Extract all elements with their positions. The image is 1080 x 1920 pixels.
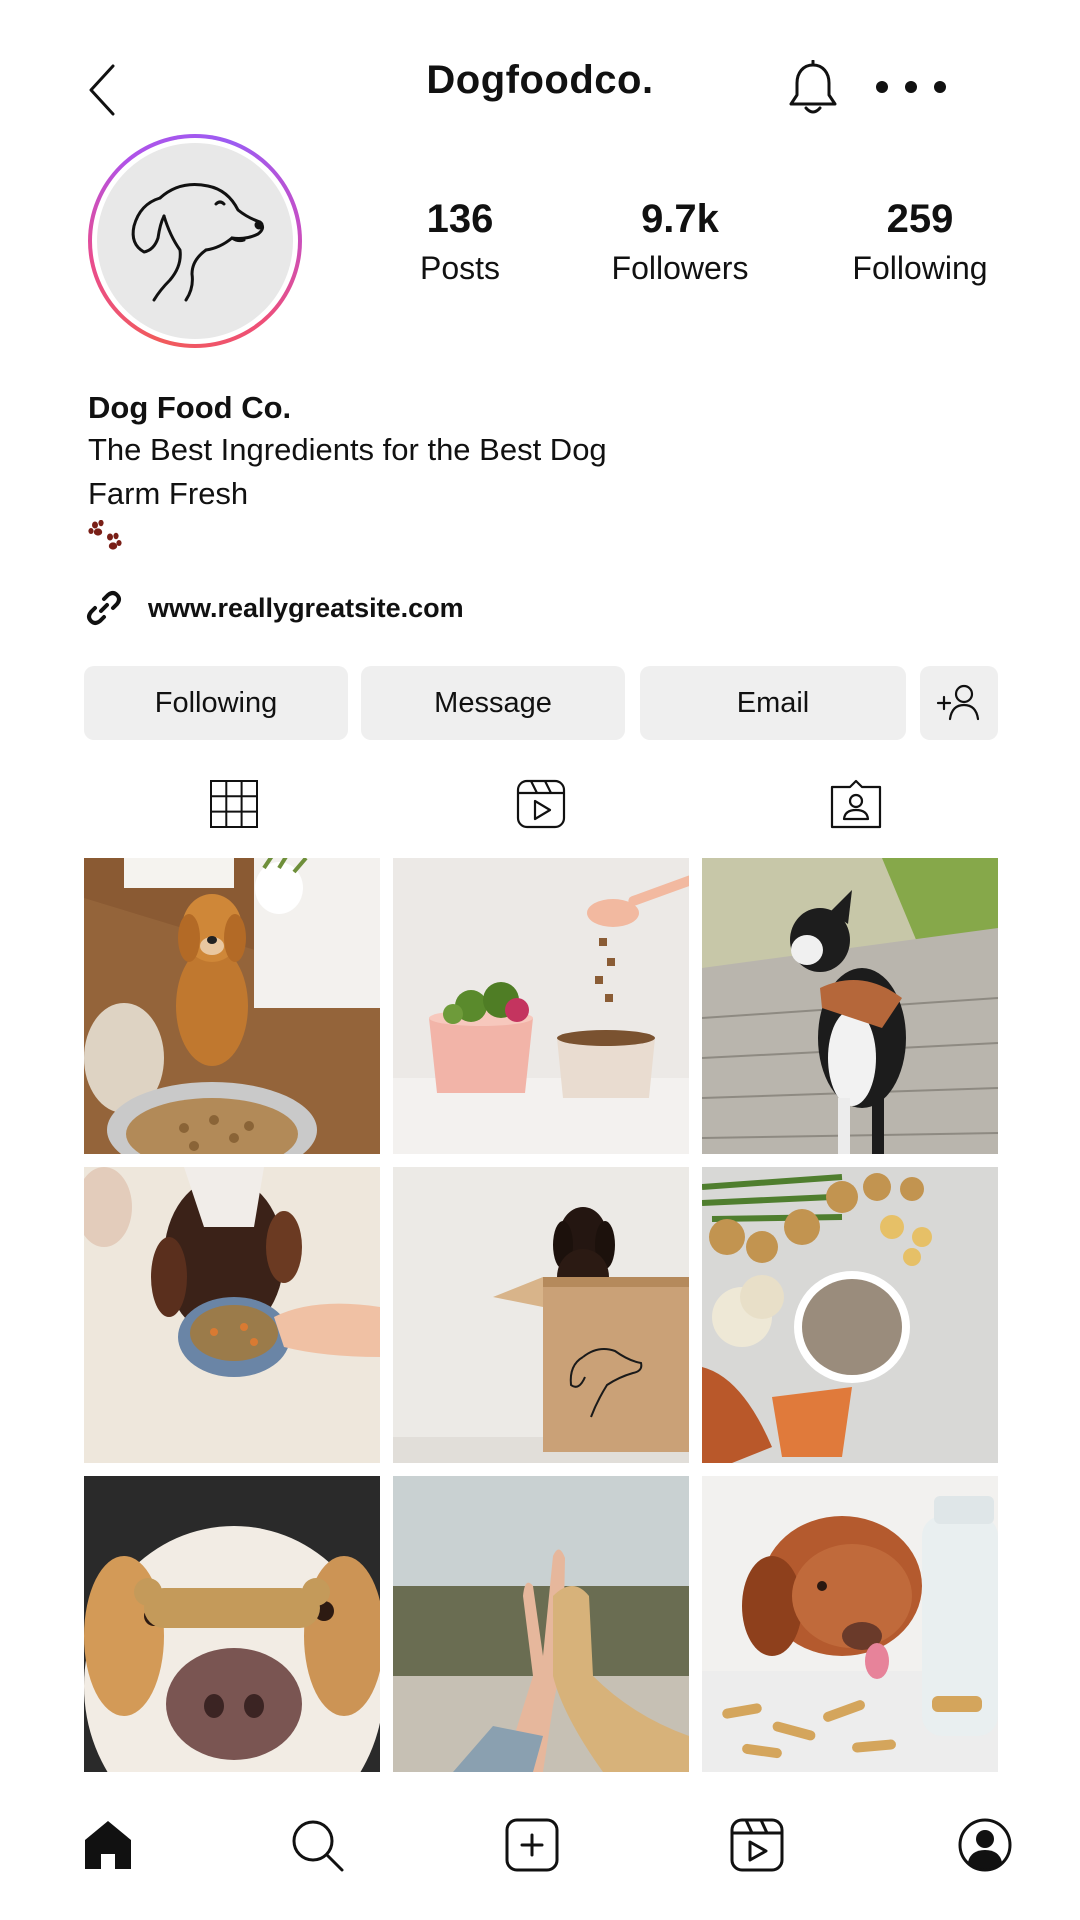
dachshund-box-image	[393, 1167, 689, 1463]
notifications-button[interactable]	[786, 59, 840, 118]
avatar[interactable]	[88, 134, 302, 348]
bio-line: The Best Ingredients for the Best Dog	[88, 432, 607, 467]
more-horizontal-icon	[876, 81, 888, 93]
website-link[interactable]: www.reallygreatsite.com	[86, 586, 464, 630]
followers-stat[interactable]: 9.7k Followers	[580, 196, 780, 290]
vegetables-image	[702, 1167, 998, 1463]
post-thumbnail-vegetables[interactable]	[702, 1167, 998, 1463]
website-url: www.reallygreatsite.com	[148, 592, 464, 623]
following-count: 259	[886, 197, 954, 241]
paw-prints-icon	[88, 519, 122, 550]
more-options-button[interactable]	[876, 74, 946, 100]
add-user-icon	[936, 684, 980, 721]
nav-create[interactable]	[497, 1810, 567, 1880]
post-thumbnail-boston-terrier[interactable]	[702, 858, 998, 1154]
dog-licking-image	[702, 1476, 998, 1772]
posts-label: Posts	[419, 250, 501, 286]
post-thumbnail-food-bowls[interactable]	[393, 858, 689, 1154]
post-thumbnail-treat-nose[interactable]	[84, 1476, 380, 1772]
search-icon	[292, 1820, 344, 1872]
tab-grid[interactable]	[204, 774, 264, 834]
link-icon	[87, 591, 121, 625]
bell-icon	[789, 59, 837, 114]
reels-icon	[516, 779, 566, 829]
post-thumbnail-dachshund-box[interactable]	[393, 1167, 689, 1463]
bottom-navigation	[0, 1780, 1080, 1920]
profile-name: Dog Food Co.	[88, 390, 292, 425]
following-stat[interactable]: 259 Following	[820, 196, 1020, 290]
bio-line: Farm Fresh	[88, 476, 249, 511]
dog-eating-image	[84, 1167, 380, 1463]
high-five-image	[393, 1476, 689, 1772]
profile-icon	[958, 1818, 1012, 1872]
posts-count: 136	[426, 197, 494, 241]
nav-reels[interactable]	[722, 1810, 792, 1880]
home-icon	[85, 1821, 131, 1869]
create-icon	[505, 1818, 559, 1872]
profile-bio: Dog Food Co. The Best Ingredients for th…	[88, 388, 988, 556]
followers-label: Followers	[611, 250, 749, 286]
tagged-icon	[830, 779, 882, 829]
nav-profile[interactable]	[950, 1810, 1020, 1880]
tab-reels[interactable]	[511, 774, 571, 834]
tab-tagged[interactable]	[826, 774, 886, 834]
nav-search[interactable]	[282, 1810, 352, 1880]
boston-terrier-image	[702, 858, 998, 1154]
message-button[interactable]: Message	[361, 666, 625, 740]
post-thumbnail-golden-retriever[interactable]	[84, 858, 380, 1154]
post-thumbnail-dog-licking[interactable]	[702, 1476, 998, 1772]
dog-logo-icon	[131, 183, 265, 302]
followers-count: 9.7k	[641, 197, 719, 241]
nav-home[interactable]	[73, 1810, 143, 1880]
treat-nose-image	[84, 1476, 380, 1772]
reels-icon	[730, 1818, 784, 1872]
back-button[interactable]	[82, 60, 122, 120]
following-label: Following	[852, 250, 988, 286]
email-button[interactable]: Email	[640, 666, 906, 740]
grid-icon	[210, 780, 258, 828]
chevron-left-icon	[89, 64, 115, 116]
posts-stat[interactable]: 136 Posts	[380, 196, 540, 290]
following-button[interactable]: Following	[84, 666, 348, 740]
post-thumbnail-high-five[interactable]	[393, 1476, 689, 1772]
food-bowls-image	[393, 858, 689, 1154]
profile-tabs	[84, 774, 998, 834]
post-thumbnail-dog-eating[interactable]	[84, 1167, 380, 1463]
add-user-button[interactable]	[920, 666, 998, 740]
golden-retriever-image	[84, 858, 380, 1154]
